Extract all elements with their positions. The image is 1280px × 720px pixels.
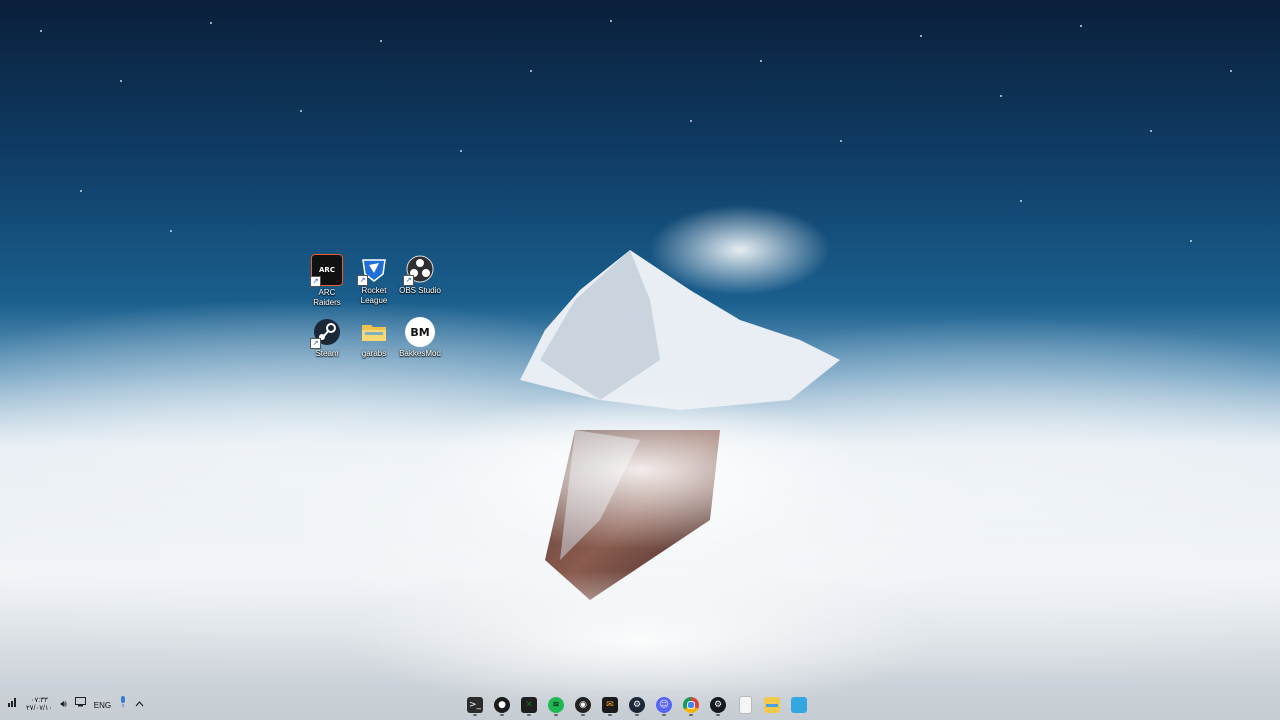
display-icon[interactable] xyxy=(74,690,86,720)
spotify-icon: ≋ xyxy=(548,697,564,713)
notepad-icon xyxy=(738,696,752,714)
arc-raiders-icon: ARC ↗ xyxy=(310,254,343,287)
file-explorer-icon xyxy=(764,697,780,713)
chrome-icon xyxy=(683,697,699,713)
taskbar-notepad[interactable] xyxy=(734,694,756,716)
language-indicator[interactable]: ENG xyxy=(94,701,111,710)
folder-icon xyxy=(359,317,389,347)
taskbar-mail[interactable]: ✉ xyxy=(599,694,621,716)
clock[interactable]: ۰۷:۳۳ ۲۷/۰۷/۱۰ xyxy=(26,697,52,713)
taskbar-steam[interactable]: ⚙ xyxy=(626,694,648,716)
taskbar-app-2[interactable]: ● xyxy=(491,694,513,716)
desktop-icon-label: OBS Studio xyxy=(399,286,441,295)
volume-icon[interactable]: 🔊︎ xyxy=(60,690,66,720)
terminal-icon: >_ xyxy=(467,697,483,713)
mail-icon: ✉ xyxy=(602,697,618,713)
system-tray: ۰۷:۳۳ ۲۷/۰۷/۱۰ 🔊︎ ENG xyxy=(8,690,144,720)
shortcut-arrow-icon: ↗ xyxy=(403,275,414,286)
shortcut-arrow-icon: ↗ xyxy=(310,276,321,287)
steam-icon: ⚙ xyxy=(629,697,645,713)
steam-client-icon: ⚙ xyxy=(710,697,726,713)
arc-raiders-icon: ◉ xyxy=(575,697,591,713)
store-icon xyxy=(791,697,807,713)
shortcut-arrow-icon: ↗ xyxy=(310,338,321,349)
desktop-wallpaper xyxy=(0,0,1280,720)
taskbar-discord[interactable]: ☺ xyxy=(653,694,675,716)
taskbar-xbox[interactable]: ✕ xyxy=(518,694,540,716)
taskbar-steam-client[interactable]: ⚙ xyxy=(707,694,729,716)
taskbar-spotify[interactable]: ≋ xyxy=(545,694,567,716)
desktop-icon-label: BakkesMod xyxy=(399,349,441,358)
shortcut-arrow-icon: ↗ xyxy=(357,275,368,286)
rocket-league-icon: ↗ xyxy=(357,254,389,286)
desktop-icon-label: Steam xyxy=(315,349,339,358)
desktop-icon-bakkesmod[interactable]: BM BakkesMod xyxy=(397,317,443,359)
taskbar-file-explorer[interactable] xyxy=(761,694,783,716)
steam-notification-icon: ● xyxy=(494,697,510,713)
chevron-up-icon[interactable] xyxy=(135,690,144,720)
desktop-icon-label: Rocket League xyxy=(360,286,388,305)
xbox-icon: ✕ xyxy=(521,697,537,713)
taskbar-chrome[interactable] xyxy=(680,694,702,716)
mountain-peak xyxy=(340,205,940,710)
steam-icon: ↗ xyxy=(310,317,342,349)
taskbar-store[interactable] xyxy=(788,694,810,716)
taskbar-terminal[interactable]: >_ xyxy=(464,694,486,716)
clock-time: ۰۷:۳۳ xyxy=(30,697,48,704)
desktop-icon-label: ARC Raiders xyxy=(313,288,341,307)
taskbar-arc-raiders[interactable]: ◉ xyxy=(572,694,594,716)
desktop-icon-arc-raiders[interactable]: ARC ↗ ARC Raiders xyxy=(304,254,350,308)
taskbar-apps: >_ ● ✕ ≋ ◉ ✉ ⚙ ☺ ⚙ xyxy=(464,690,810,720)
obs-studio-icon: ↗ xyxy=(403,254,435,286)
bakkesmod-icon: BM xyxy=(405,317,435,347)
microphone-icon[interactable] xyxy=(119,690,127,720)
desktop-icon-obs-studio[interactable]: ↗ OBS Studio xyxy=(397,254,443,296)
desktop-icon-rocket-league[interactable]: ↗ Rocket League xyxy=(351,254,397,306)
clock-date: ۲۷/۰۷/۱۰ xyxy=(26,705,53,712)
taskbar: ۰۷:۳۳ ۲۷/۰۷/۱۰ 🔊︎ ENG >_ ● ✕ ≋ ◉ ✉ ⚙ ☺ ⚙ xyxy=(0,690,1280,720)
network-icon[interactable] xyxy=(8,690,18,720)
discord-icon: ☺ xyxy=(656,697,672,713)
desktop-icon-label: garabs xyxy=(361,349,387,358)
desktop-icon-steam[interactable]: ↗ Steam xyxy=(304,317,350,359)
desktop-icon-garabs[interactable]: garabs xyxy=(351,317,397,359)
